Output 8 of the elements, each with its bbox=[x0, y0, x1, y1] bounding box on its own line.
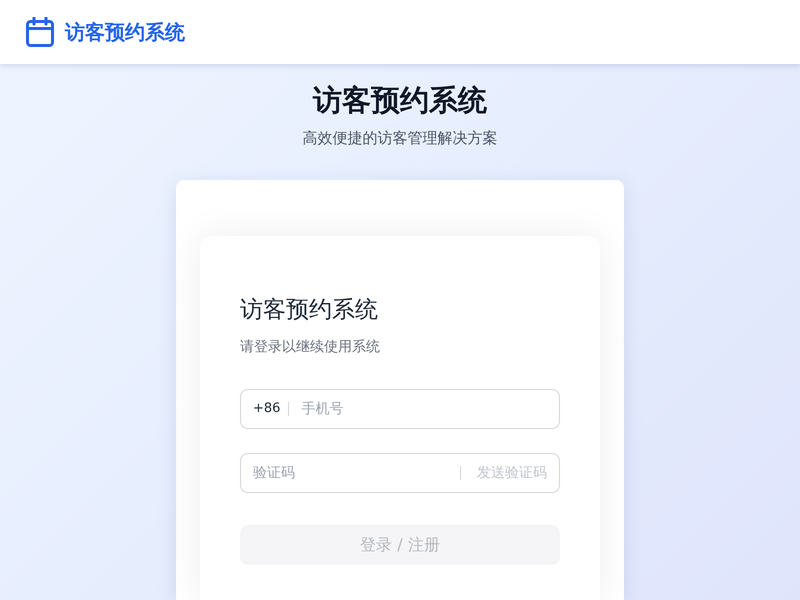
page-title: 访客预约系统 bbox=[313, 82, 487, 119]
calendar-icon bbox=[26, 17, 54, 47]
login-title: 访客预约系统 bbox=[240, 296, 379, 325]
page-subtitle: 高效便捷的访客管理解决方案 bbox=[302, 128, 498, 149]
login-subtitle: 请登录以继续使用系统 bbox=[240, 338, 381, 357]
phone-field[interactable]: +86 手机号 bbox=[240, 389, 560, 429]
brand-name: 访客预约系统 bbox=[65, 20, 185, 44]
country-code[interactable]: +86 bbox=[253, 400, 280, 418]
